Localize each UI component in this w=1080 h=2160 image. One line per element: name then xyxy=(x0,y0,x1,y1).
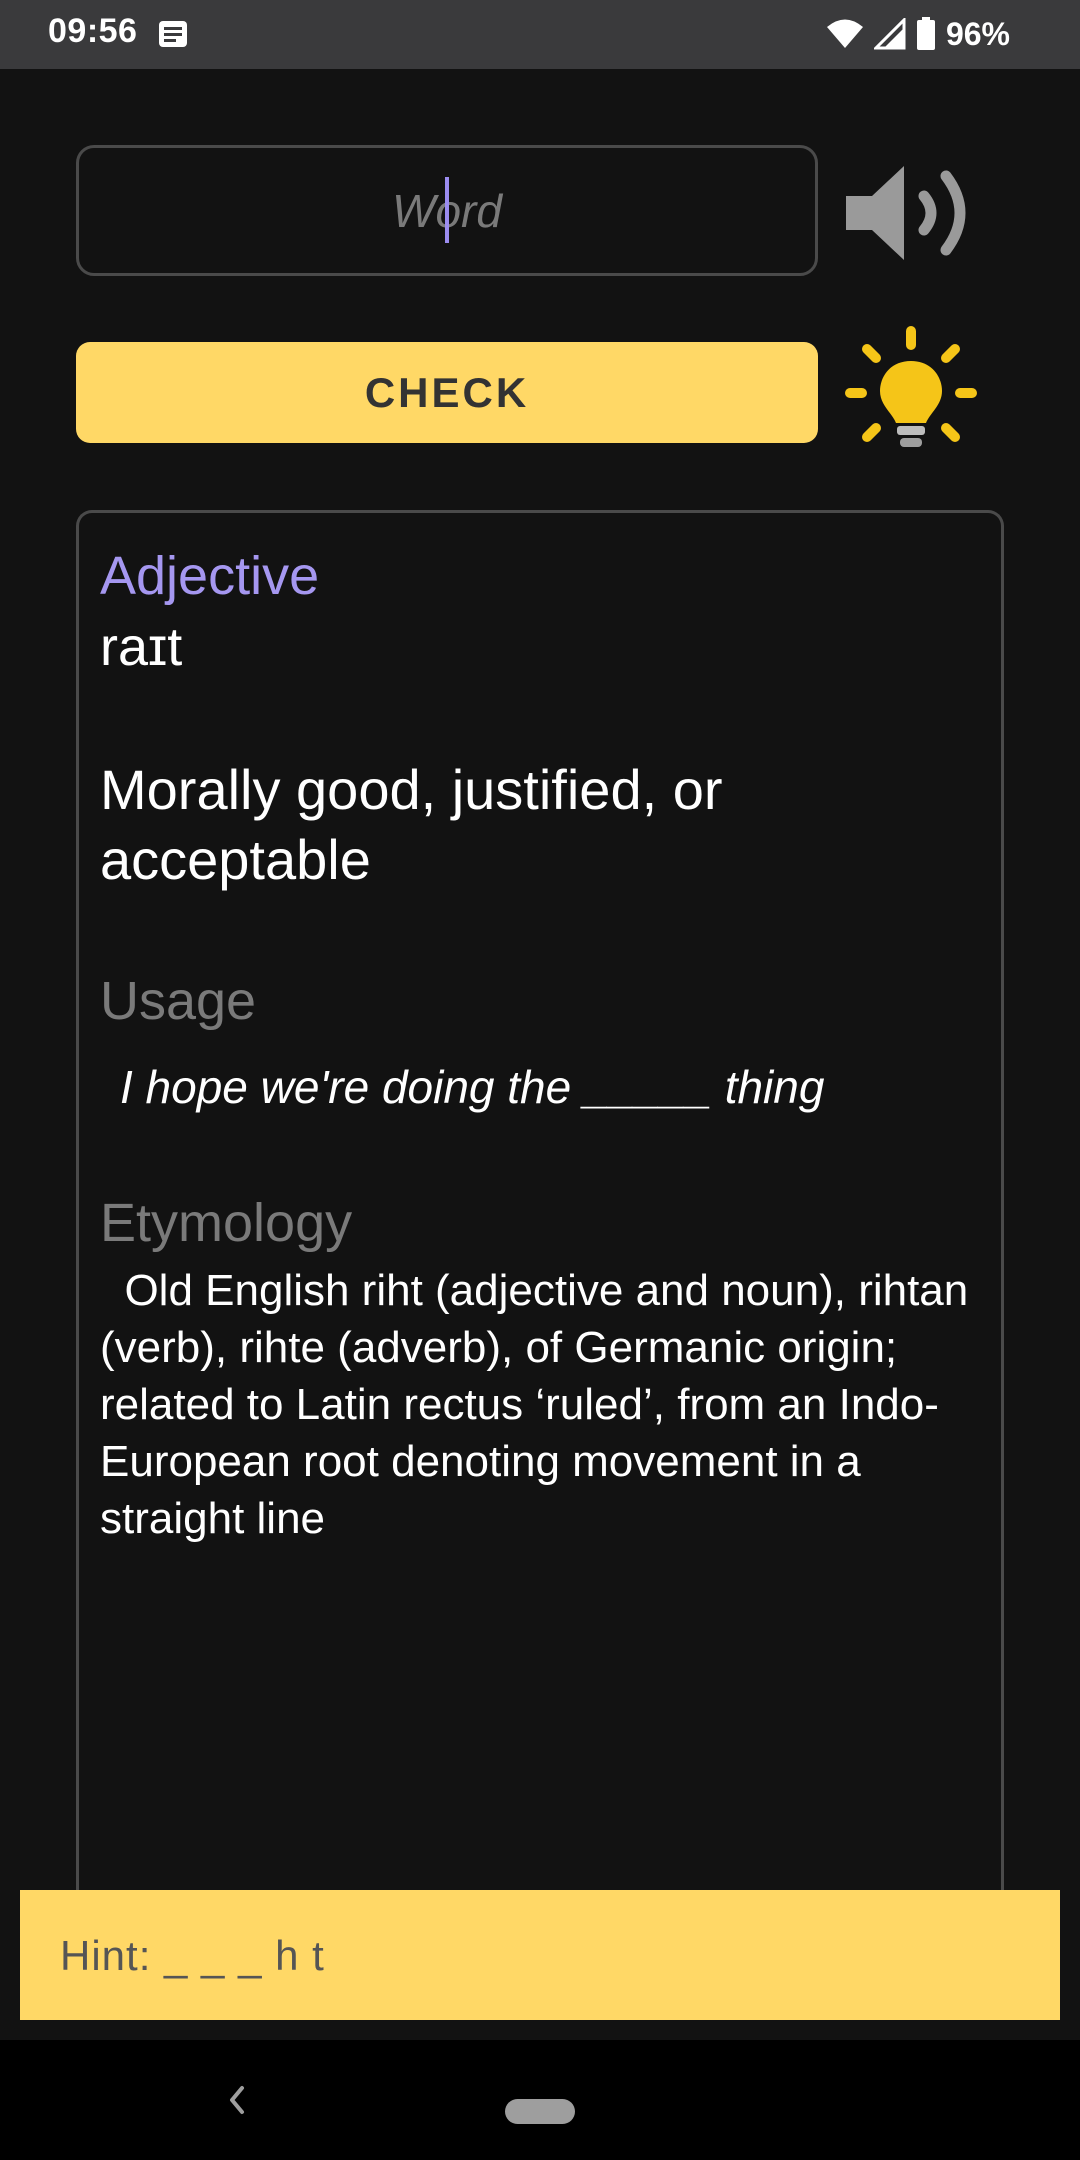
status-bar: 09:56 96% xyxy=(0,0,1080,69)
definition-text: Morally good, justified, or acceptable xyxy=(100,758,723,891)
etymology-title: Etymology xyxy=(100,1193,353,1253)
phonetic-transcription: raɪt xyxy=(100,617,183,677)
check-button[interactable]: CHECK xyxy=(76,342,818,443)
battery-percent: 96% xyxy=(945,15,1010,52)
etymology-text: Old English riht (adjective and noun), r… xyxy=(100,1266,981,1543)
usage-example: I hope we're doing the _____ thing xyxy=(120,1061,825,1113)
notification-icon xyxy=(159,21,187,47)
battery-icon xyxy=(916,17,935,50)
usage-title: Usage xyxy=(100,971,257,1031)
status-time: 09:56 xyxy=(48,12,138,50)
hint-text: Hint: _ _ _ h t xyxy=(60,1932,325,1979)
hint-bar: Hint: _ _ _ h t xyxy=(20,1890,1060,2020)
status-icons: 96% xyxy=(826,12,1010,56)
part-of-speech: Adjective xyxy=(100,546,320,606)
wifi-icon xyxy=(826,19,863,48)
back-icon[interactable] xyxy=(222,2080,252,2120)
navigation-bar xyxy=(0,2040,1080,2160)
speaker-icon[interactable] xyxy=(842,158,982,268)
text-cursor xyxy=(445,177,449,243)
cell-signal-icon xyxy=(873,18,906,50)
home-pill[interactable] xyxy=(505,2099,575,2124)
lightbulb-icon[interactable] xyxy=(842,325,980,463)
